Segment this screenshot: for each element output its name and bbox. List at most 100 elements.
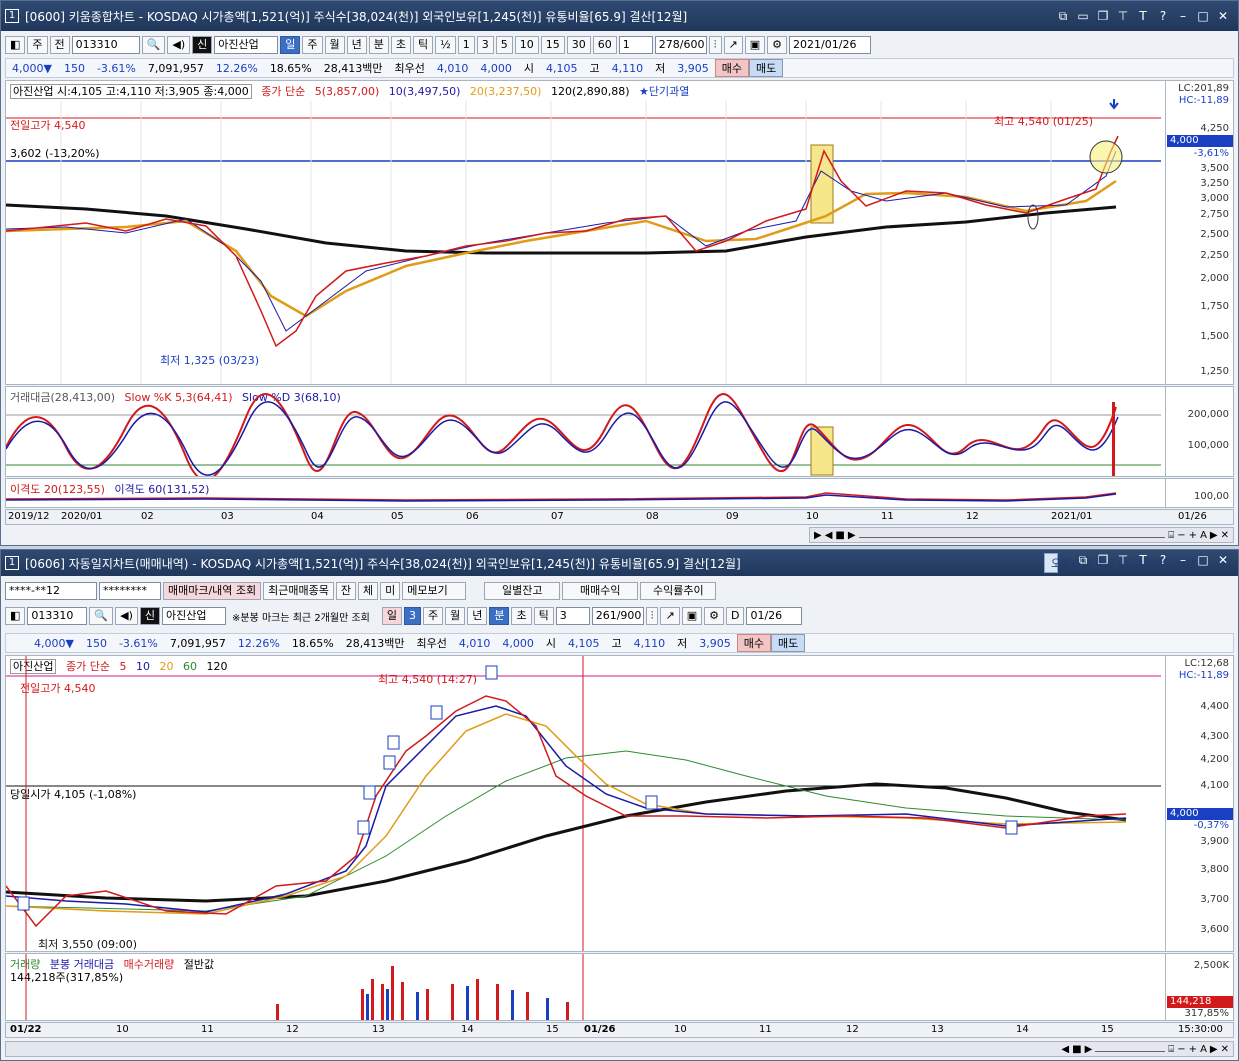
stop-icon[interactable]: ■ <box>835 530 844 541</box>
search-icon[interactable]: 🔍 <box>89 607 114 625</box>
period-month[interactable]: 월 <box>445 607 466 625</box>
sell-button[interactable]: 매도 <box>749 59 784 77</box>
period-day[interactable]: 일 <box>280 36 301 54</box>
zoom-slider[interactable] <box>858 532 1166 538</box>
zoom-out-icon[interactable]: − <box>1177 1044 1185 1055</box>
period-year[interactable]: 년 <box>346 36 367 54</box>
volume-chart[interactable]: 거래량 분봉 거래대금 매수거래량 절반값 144,218주(317,85%) <box>5 953 1234 1021</box>
period-second[interactable]: 초 <box>511 607 532 625</box>
type-select[interactable]: 주 <box>27 36 48 54</box>
period-tick[interactable]: 틱 <box>533 607 554 625</box>
restore-icon[interactable]: ❐ <box>1096 553 1110 573</box>
chart-scrollbar[interactable]: ◀ ■ ▶ ⌸ − + A ▶ ✕ <box>5 1041 1234 1057</box>
tool-icon[interactable]: ↗ <box>723 36 743 54</box>
scroll-left-icon[interactable]: ▶ <box>814 530 822 541</box>
unit-input[interactable]: 1 <box>618 36 653 54</box>
period-day[interactable]: 일 <box>381 607 402 625</box>
buy-button[interactable]: 매수 <box>714 59 749 77</box>
pin-icon[interactable]: ⊤ <box>1116 553 1130 573</box>
unit-input[interactable]: 3 <box>555 607 590 625</box>
interval-half[interactable]: ½ <box>435 36 456 54</box>
period-minute[interactable]: 분 <box>489 607 510 625</box>
trade-profit-button[interactable]: 매매수익 <box>562 582 639 600</box>
interval-3[interactable]: 3 <box>476 36 494 54</box>
filled-button[interactable]: 체 <box>358 582 379 600</box>
panel-close-icon[interactable]: ✕ <box>1221 530 1229 541</box>
maximize-icon[interactable]: □ <box>1196 553 1210 573</box>
recent-stocks-button[interactable]: 최근매매종목 <box>263 582 334 600</box>
pin-icon[interactable]: ⊤ <box>1116 9 1130 24</box>
help-icon[interactable]: ? <box>1156 9 1170 24</box>
stock-code-input[interactable]: 013310 <box>27 607 88 625</box>
stochastic-chart[interactable]: 거래대금(28,413,00) Slow %K 5,3(64,41) Slow … <box>5 386 1234 477</box>
interval-15[interactable]: 15 <box>540 36 565 54</box>
account-select[interactable]: ****-**12 <box>5 582 97 600</box>
minimize-icon[interactable]: – <box>1176 553 1190 573</box>
search-icon[interactable]: 🔍 <box>141 36 166 54</box>
save-icon[interactable]: ▣ <box>744 36 766 54</box>
stock-name[interactable]: 아진산업 <box>162 607 226 625</box>
close-icon[interactable]: ✕ <box>1216 553 1230 573</box>
speaker-icon[interactable]: ◀) <box>167 36 191 54</box>
scroll-start-icon[interactable]: ◀ <box>1061 1044 1069 1055</box>
zoom-slider[interactable] <box>1095 1046 1166 1052</box>
period-week[interactable]: 주 <box>422 607 444 625</box>
unfilled-button[interactable]: 미 <box>380 582 401 600</box>
scroll-right-icon[interactable]: ▶ <box>1210 1044 1218 1055</box>
scroll-start-icon[interactable]: ◀ <box>825 530 833 541</box>
interval-1[interactable]: 1 <box>457 36 475 54</box>
balance-button[interactable]: 잔 <box>335 582 357 600</box>
price-chart[interactable]: 아진산업 시:4,105 고:4,110 저:3,905 종:4,000 종가 … <box>5 80 1234 385</box>
link-icon[interactable]: ⧉ <box>1056 9 1070 24</box>
date-input[interactable]: 2021/01/26 <box>789 36 872 54</box>
link-icon[interactable]: ⧉ <box>1076 553 1090 573</box>
period-minute[interactable]: 분 <box>368 36 389 54</box>
period-week[interactable]: 주 <box>302 36 323 54</box>
buy-button[interactable]: 매수 <box>736 634 771 652</box>
tool-icon[interactable]: ↗ <box>660 607 680 625</box>
window-titlebar[interactable]: 1 [0606] 자동일지차트(매매내역) - KOSDAQ 시가총액[1,52… <box>1 550 1238 576</box>
period-month[interactable]: 월 <box>324 36 345 54</box>
close-icon[interactable]: ✕ <box>1216 9 1230 24</box>
indicator-icon[interactable]: ⫶ <box>708 36 722 54</box>
daily-balance-button[interactable]: 일별잔고 <box>484 582 561 600</box>
zoom-in-icon[interactable]: + <box>1189 1044 1197 1055</box>
password-input[interactable]: ******** <box>99 582 161 600</box>
indicator-icon[interactable]: ⫶ <box>645 607 659 625</box>
settings-gear-icon[interactable]: ⚙ <box>767 36 788 54</box>
zoom-out-icon[interactable]: − <box>1177 530 1185 541</box>
minimize-icon[interactable]: – <box>1176 9 1190 24</box>
interval-30[interactable]: 30 <box>566 36 591 54</box>
stock-name[interactable]: 아진산업 <box>214 36 279 54</box>
return-trend-button[interactable]: 수익률추이 <box>640 582 717 600</box>
panel-close-icon[interactable]: ✕ <box>1221 1044 1229 1055</box>
trade-mark-query-button[interactable]: 매매마크/내역 조회 <box>163 582 262 600</box>
period-tick[interactable]: 틱 <box>413 36 434 54</box>
text-size-icon[interactable]: A <box>1200 1044 1207 1055</box>
speaker-icon[interactable]: ◀) <box>115 607 138 625</box>
scroll-right-icon[interactable]: ▶ <box>1210 530 1218 541</box>
zoom-icon[interactable]: ⌸ <box>1168 530 1174 541</box>
restore-icon[interactable]: ❐ <box>1096 9 1110 24</box>
zoom-icon[interactable]: ⌸ <box>1168 1044 1174 1055</box>
text-size-icon[interactable]: A <box>1200 530 1207 541</box>
notice-button[interactable]: 오픈스탁 종료 및 다운로드 안내 <box>1044 553 1197 573</box>
interval-10[interactable]: 10 <box>514 36 539 54</box>
panel-toggle-icon[interactable]: ◧ <box>5 607 26 625</box>
panel-toggle-icon[interactable]: ◧ <box>5 36 26 54</box>
scroll-end-icon[interactable]: ▶ <box>1085 1044 1093 1055</box>
minute-price-chart[interactable]: 아진산업 종가 단순 5 10 20 60 120 전일고가 4,540 당일시… <box>5 655 1234 952</box>
scroll-end-icon[interactable]: ▶ <box>848 530 856 541</box>
maximize-icon[interactable]: □ <box>1196 9 1210 24</box>
help-icon[interactable]: ? <box>1156 553 1170 573</box>
memo-button[interactable]: 메모보기 <box>402 582 467 600</box>
window-titlebar[interactable]: 1 [0600] 키움종합차트 - KOSDAQ 시가총액[1,521(억)] … <box>1 1 1238 31</box>
count-input[interactable]: 278/600 <box>654 36 707 54</box>
stock-code-input[interactable]: 013310 <box>71 36 140 54</box>
day-count-select[interactable]: 3 <box>403 607 421 625</box>
layout-icon[interactable]: ▭ <box>1076 9 1090 24</box>
interval-60[interactable]: 60 <box>592 36 617 54</box>
period-second[interactable]: 초 <box>390 36 411 54</box>
stop-icon[interactable]: ■ <box>1072 1044 1081 1055</box>
interval-5[interactable]: 5 <box>495 36 513 54</box>
